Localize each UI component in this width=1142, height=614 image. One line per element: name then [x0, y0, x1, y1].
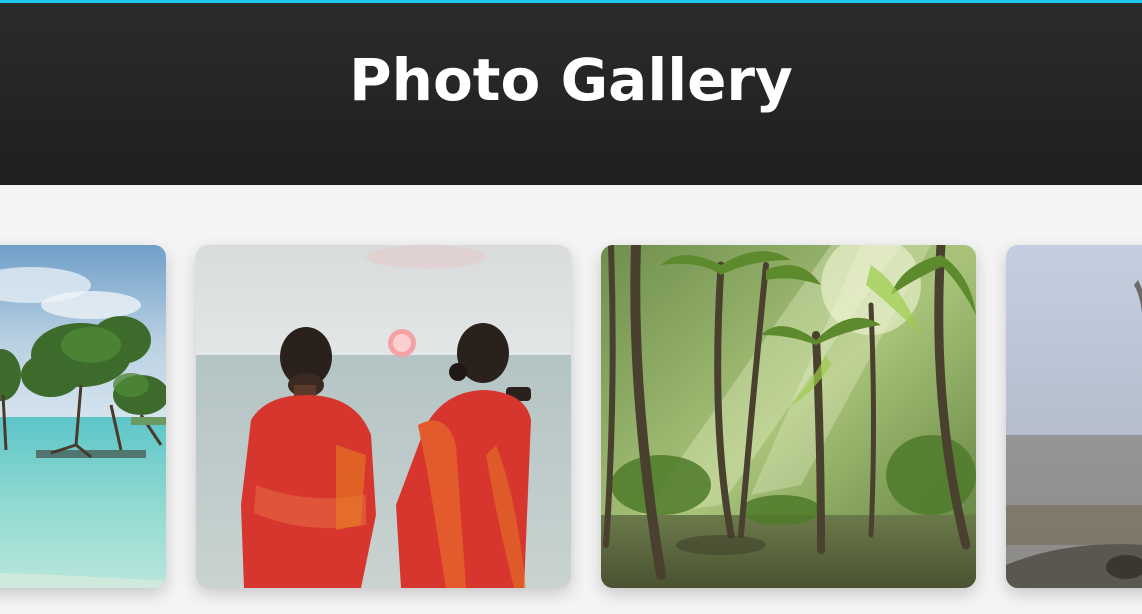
page-header: Photo Gallery: [0, 3, 1142, 185]
gallery-item-sunset-women[interactable]: [196, 245, 571, 588]
gallery-item-misty-hill[interactable]: [1006, 245, 1142, 588]
gallery-item-palm-forest[interactable]: [601, 245, 976, 588]
mangrove-beach-photo: [0, 245, 166, 588]
misty-hill-photo: [1006, 245, 1142, 588]
sunset-women-photo: [196, 245, 571, 588]
page-title: Photo Gallery: [349, 46, 793, 114]
gallery-item-mangrove-beach[interactable]: [0, 245, 166, 588]
photo-gallery[interactable]: [0, 185, 1142, 614]
palm-forest-photo: [601, 245, 976, 588]
